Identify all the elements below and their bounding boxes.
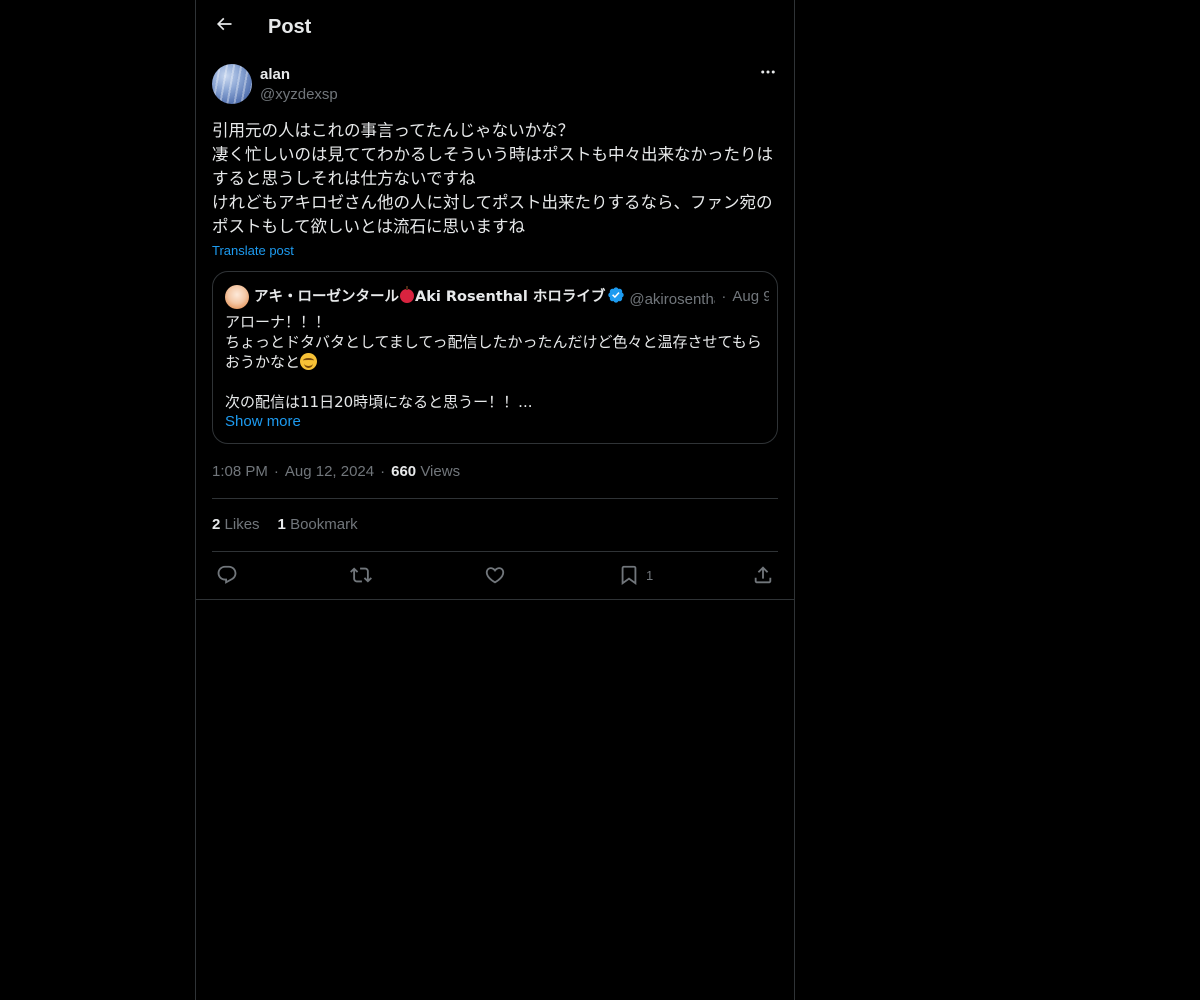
views-count: 660	[391, 463, 417, 480]
post-meta: 1:08 PM · Aug 12, 2024 · 660 Views	[212, 463, 461, 480]
quoted-author-name[interactable]: アキ・ローゼンタール Aki Rosenthal ホロライブ	[254, 286, 605, 305]
share-icon	[752, 564, 774, 586]
repost-button[interactable]	[350, 562, 372, 588]
translate-post-link[interactable]: Translate post	[212, 242, 294, 260]
post-stats: 2 Likes 1 Bookmark	[212, 515, 376, 535]
bookmark-icon	[618, 564, 640, 586]
post-date[interactable]: Aug 12, 2024	[285, 463, 374, 480]
page-title: Post	[268, 16, 312, 38]
quoted-post[interactable]: アキ・ローゼンタール Aki Rosenthal ホロライブ @akirosenth…	[212, 271, 778, 444]
show-more-link[interactable]: Show more	[225, 412, 301, 432]
arrow-left-icon	[214, 14, 234, 39]
repost-icon	[350, 564, 372, 586]
bookmark-count: 1	[646, 567, 654, 583]
likes-stat[interactable]: 2 Likes	[212, 516, 260, 533]
quoted-text: アローナ！！！ ちょっとドタバタとしてましてっ配信したかったんだけど色々と温存さ…	[225, 313, 762, 411]
quoted-avatar[interactable]	[225, 285, 249, 309]
avatar[interactable]	[212, 64, 252, 104]
divider	[196, 599, 794, 600]
back-button[interactable]	[208, 10, 240, 42]
verified-badge-icon	[607, 286, 625, 308]
views-label: Views	[420, 463, 461, 480]
smiling-face-emoji-icon	[300, 353, 318, 370]
post-text: 引用元の人はこれの事言ってたんじゃないかな？ 凄く忙しいのは見ててわかるしそうい…	[212, 121, 773, 236]
divider	[212, 551, 778, 552]
reply-button[interactable]	[216, 562, 238, 588]
share-button[interactable]	[752, 562, 774, 588]
author-handle[interactable]: @xyzdexsp	[260, 85, 338, 105]
post-time[interactable]: 1:08 PM	[212, 463, 268, 480]
reply-icon	[216, 564, 238, 586]
quoted-author-handle[interactable]: @akirosenthal	[629, 289, 715, 308]
divider	[212, 498, 778, 499]
bookmark-button[interactable]: 1	[618, 562, 653, 588]
quoted-date[interactable]: Aug 9	[732, 288, 769, 305]
quoted-header: アキ・ローゼンタール Aki Rosenthal ホロライブ @akirosenth…	[254, 286, 769, 308]
page-header: Post	[196, 0, 794, 54]
more-options-button[interactable]	[758, 64, 778, 84]
like-button[interactable]	[484, 562, 506, 588]
heart-icon	[484, 564, 506, 586]
apple-emoji-icon	[400, 286, 414, 303]
author-name[interactable]: alan	[260, 65, 290, 85]
post-column: Post alan @xyzdexsp 引用元の人はこれの事言ってたんじゃないか…	[195, 0, 795, 1000]
more-horizontal-icon	[759, 63, 777, 86]
bookmarks-stat[interactable]: 1 Bookmark	[278, 516, 358, 533]
action-bar: 1	[212, 562, 778, 588]
